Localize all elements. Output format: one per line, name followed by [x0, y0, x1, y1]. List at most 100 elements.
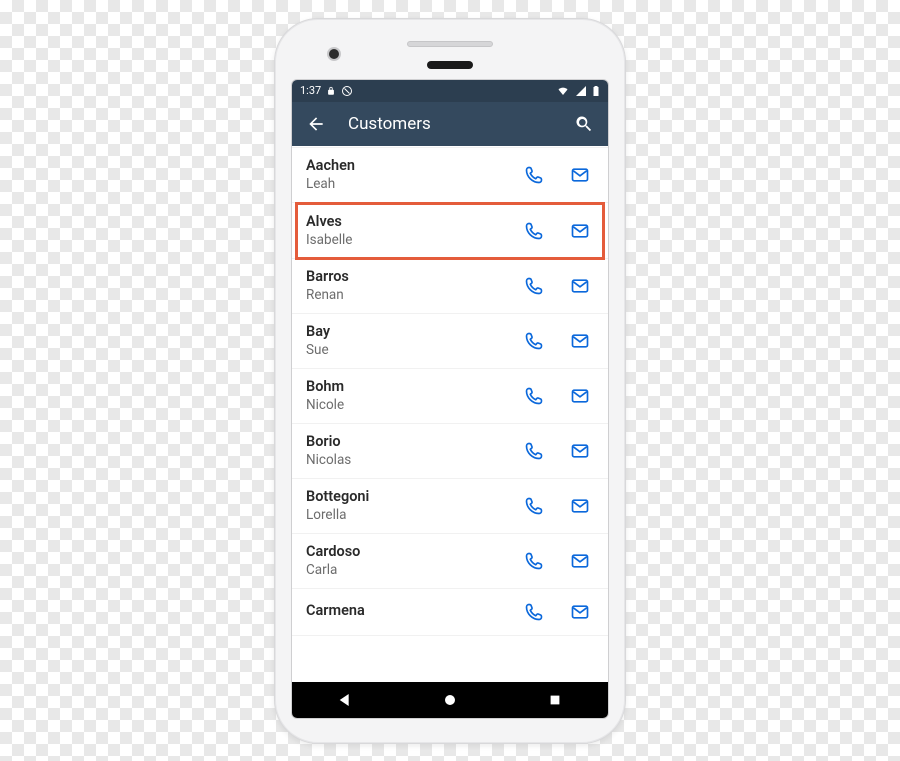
phone-frame: 1:37	[274, 18, 626, 744]
customer-lastname: Barros	[306, 268, 520, 286]
customer-name-block: Cardoso Carla	[306, 543, 520, 579]
status-bar: 1:37	[292, 80, 608, 102]
customer-lastname: Bohm	[306, 378, 520, 396]
customer-actions	[520, 382, 594, 410]
email-icon	[570, 496, 590, 516]
customer-firstname: Leah	[306, 176, 520, 193]
wifi-icon	[556, 85, 570, 97]
email-button[interactable]	[566, 492, 594, 520]
email-button[interactable]	[566, 327, 594, 355]
status-bar-left: 1:37	[300, 84, 353, 97]
email-button[interactable]	[566, 547, 594, 575]
customer-row[interactable]: Aachen Leah	[292, 147, 608, 203]
customer-row[interactable]: Bottegoni Lorella	[292, 478, 608, 534]
customer-list: Aachen Leah Alves Isabelle	[292, 148, 608, 682]
call-button[interactable]	[520, 598, 548, 626]
phone-icon	[524, 221, 544, 241]
call-button[interactable]	[520, 161, 548, 189]
email-button[interactable]	[566, 217, 594, 245]
lock-icon	[326, 85, 336, 97]
phone-earpiece	[427, 61, 473, 69]
email-icon	[570, 221, 590, 241]
phone-icon	[524, 276, 544, 296]
status-bar-right	[556, 85, 600, 97]
customer-actions	[520, 598, 594, 626]
customer-firstname: Renan	[306, 287, 520, 304]
customer-actions	[520, 161, 594, 189]
back-button[interactable]	[302, 110, 330, 138]
customer-name-block: Barros Renan	[306, 268, 520, 304]
customer-name-block: Alves Isabelle	[306, 213, 520, 249]
email-icon	[570, 441, 590, 461]
customer-lastname: Borio	[306, 433, 520, 451]
call-button[interactable]	[520, 492, 548, 520]
email-button[interactable]	[566, 161, 594, 189]
android-nav-bar	[292, 682, 608, 718]
customer-row[interactable]: Bay Sue	[292, 313, 608, 369]
customer-row[interactable]: Alves Isabelle	[296, 203, 604, 259]
nav-recent-button[interactable]	[531, 682, 579, 718]
email-button[interactable]	[566, 437, 594, 465]
nosync-icon	[341, 85, 353, 97]
customer-firstname: Sue	[306, 342, 520, 359]
customer-firstname: Isabelle	[306, 232, 520, 249]
phone-icon	[524, 165, 544, 185]
call-button[interactable]	[520, 217, 548, 245]
email-icon	[570, 165, 590, 185]
phone-icon	[524, 441, 544, 461]
nav-home-button[interactable]	[426, 682, 474, 718]
phone-camera	[329, 49, 339, 59]
call-button[interactable]	[520, 382, 548, 410]
call-button[interactable]	[520, 437, 548, 465]
customer-name-block: Carmena	[306, 602, 520, 621]
phone-icon	[524, 602, 544, 622]
customer-actions	[520, 272, 594, 300]
email-icon	[570, 331, 590, 351]
customer-name-block: Borio Nicolas	[306, 433, 520, 469]
customer-firstname: Nicolas	[306, 452, 520, 469]
signal-icon	[575, 85, 587, 97]
customer-firstname: Carla	[306, 562, 520, 579]
screen: 1:37	[291, 79, 609, 719]
search-button[interactable]	[570, 110, 598, 138]
call-button[interactable]	[520, 327, 548, 355]
phone-speaker-slit	[407, 41, 493, 47]
customer-row[interactable]: Barros Renan	[292, 258, 608, 314]
customer-lastname: Cardoso	[306, 543, 520, 561]
customer-name-block: Bohm Nicole	[306, 378, 520, 414]
email-button[interactable]	[566, 598, 594, 626]
customer-actions	[520, 437, 594, 465]
customer-actions	[520, 547, 594, 575]
phone-icon	[524, 496, 544, 516]
call-button[interactable]	[520, 272, 548, 300]
nav-back-button[interactable]	[321, 682, 369, 718]
customer-name-block: Bottegoni Lorella	[306, 488, 520, 524]
circle-home-icon	[442, 692, 458, 708]
email-button[interactable]	[566, 382, 594, 410]
arrow-left-icon	[306, 114, 326, 134]
customer-lastname: Bay	[306, 323, 520, 341]
phone-icon	[524, 386, 544, 406]
page-title: Customers	[348, 114, 552, 134]
customer-actions	[520, 327, 594, 355]
customer-name-block: Aachen Leah	[306, 157, 520, 193]
customer-row[interactable]: Cardoso Carla	[292, 533, 608, 589]
phone-icon	[524, 551, 544, 571]
status-time: 1:37	[300, 84, 321, 97]
triangle-back-icon	[337, 692, 353, 708]
customer-lastname: Alves	[306, 213, 520, 231]
customer-name-block: Bay Sue	[306, 323, 520, 359]
customer-actions	[520, 217, 594, 245]
customer-actions	[520, 492, 594, 520]
customer-row[interactable]: Carmena	[292, 588, 608, 636]
customer-firstname: Nicole	[306, 397, 520, 414]
customer-list-viewport[interactable]: Aachen Leah Alves Isabelle	[292, 146, 608, 682]
phone-earpiece-area	[289, 31, 611, 79]
customer-row[interactable]: Bohm Nicole	[292, 368, 608, 424]
email-button[interactable]	[566, 272, 594, 300]
call-button[interactable]	[520, 547, 548, 575]
customer-row[interactable]: Borio Nicolas	[292, 423, 608, 479]
customer-lastname: Bottegoni	[306, 488, 520, 506]
phone-icon	[524, 331, 544, 351]
search-icon	[574, 114, 594, 134]
